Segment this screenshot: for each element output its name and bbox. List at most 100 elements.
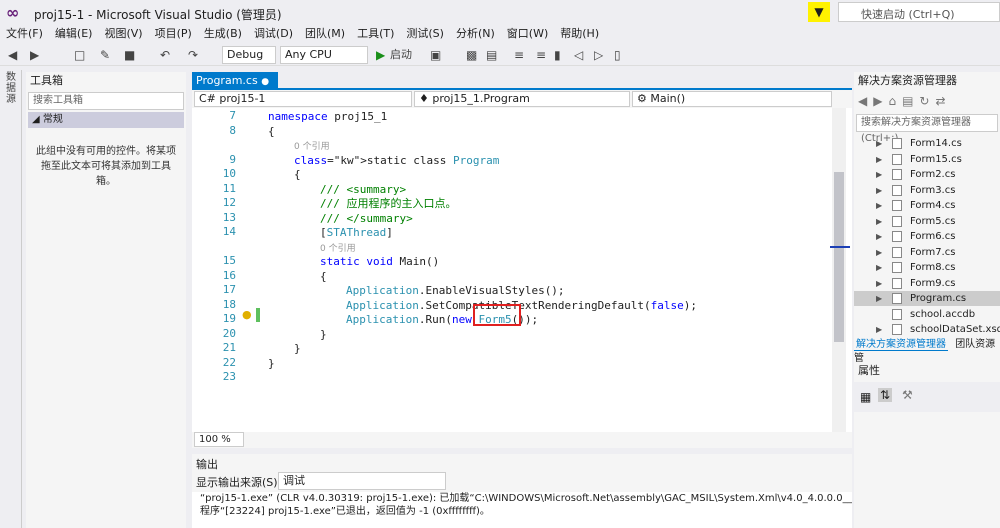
file-icon <box>892 169 902 180</box>
editor-vertical-scrollbar[interactable] <box>832 108 846 438</box>
start-button[interactable]: 启动 <box>390 47 412 63</box>
code-line[interactable]: } <box>268 356 275 371</box>
menu-item[interactable]: 测试(S) <box>400 26 450 44</box>
member-dropdown[interactable]: ⚙ Main() <box>632 91 832 107</box>
data-sources-tab[interactable]: 数据源 <box>6 72 18 105</box>
code-line[interactable]: static void Main() <box>320 254 439 269</box>
code-line[interactable]: 0 个引用 <box>294 138 330 153</box>
scrollbar-thumb[interactable] <box>834 172 844 342</box>
solution-item[interactable]: ▶ schoolDataSet.xsd <box>854 322 1000 337</box>
menu-item[interactable]: 分析(N) <box>450 26 501 44</box>
code-line[interactable]: } <box>294 341 301 356</box>
code-line[interactable]: Application.EnableVisualStyles(); <box>346 283 565 298</box>
tab-program-cs[interactable]: Program.cs ● × <box>192 72 278 106</box>
code-line[interactable]: Application.SetCompatibleTextRenderingDe… <box>346 298 697 313</box>
menu-item[interactable]: 生成(B) <box>198 26 248 44</box>
code-line[interactable]: /// </summary> <box>320 211 413 226</box>
save-icon[interactable]: ■ <box>124 47 135 63</box>
output-source-select[interactable]: 调试 <box>278 472 446 490</box>
forward-icon[interactable]: ▶ <box>30 47 39 63</box>
next-bookmark-icon[interactable]: ▷ <box>594 47 603 63</box>
expand-arrow-icon[interactable]: ▶ <box>876 214 882 229</box>
open-file-icon[interactable]: ✎ <box>100 47 110 63</box>
platform-select[interactable]: Any CPU <box>280 46 368 64</box>
code-line[interactable]: 0 个引用 <box>320 240 356 255</box>
solution-item[interactable]: ▶ Form5.cs <box>854 214 1000 229</box>
code-line[interactable]: { <box>294 167 301 182</box>
code-line[interactable]: /// 应用程序的主入口点。 <box>320 196 457 211</box>
new-project-icon[interactable]: □ <box>74 47 85 63</box>
menu-item[interactable]: 项目(P) <box>149 26 198 44</box>
zoom-select[interactable]: 100 % <box>194 432 244 447</box>
notification-filter-icon[interactable]: ▼ <box>808 2 830 22</box>
wrench-icon[interactable]: ⚒ <box>902 388 913 402</box>
code-line[interactable]: /// <summary> <box>320 182 406 197</box>
start-icon[interactable]: ▶ <box>376 47 385 63</box>
solution-item[interactable]: ▶ Form14.cs <box>854 136 1000 151</box>
solution-item[interactable]: ▶ Form6.cs <box>854 229 1000 244</box>
code-text[interactable]: namespace proj15_1{0 个引用 class="kw">stati… <box>268 108 828 438</box>
project-dropdown[interactable]: C# proj15-1 <box>194 91 412 107</box>
clear-bookmarks-icon[interactable]: ▯ <box>614 47 621 63</box>
align-icon[interactable]: ▤ <box>486 47 497 63</box>
menu-item[interactable]: 视图(V) <box>98 26 148 44</box>
prev-bookmark-icon[interactable]: ◁ <box>574 47 583 63</box>
file-icon <box>892 231 902 242</box>
solution-item[interactable]: ▶ Form2.cs <box>854 167 1000 182</box>
step-icon[interactable]: ▩ <box>466 47 477 63</box>
expand-arrow-icon[interactable]: ▶ <box>876 260 882 275</box>
class-dropdown[interactable]: ♦ proj15_1.Program <box>414 91 630 107</box>
redo-icon[interactable]: ↷ <box>188 47 198 63</box>
solution-item[interactable]: ▶ Form3.cs <box>854 183 1000 198</box>
menu-item[interactable]: 文件(F) <box>0 26 49 44</box>
solution-search-input[interactable]: 搜索解决方案资源管理器(Ctrl+;) <box>856 114 998 144</box>
solution-item[interactable]: ▶ Form7.cs <box>854 245 1000 260</box>
expand-arrow-icon[interactable]: ▶ <box>876 276 882 291</box>
solution-item[interactable]: ▶ Program.cs <box>854 291 1000 306</box>
tab-solution-explorer[interactable]: 解决方案资源管理器 <box>854 339 948 351</box>
solution-item[interactable]: ▶ Form8.cs <box>854 260 1000 275</box>
solution-item[interactable]: ▶ Form9.cs <box>854 276 1000 291</box>
comment-icon[interactable]: ≡ <box>514 47 524 63</box>
expand-arrow-icon[interactable]: ▶ <box>876 229 882 244</box>
toolbox-section-general[interactable]: ◢ 常规 <box>28 112 184 128</box>
quick-launch-input[interactable]: 快速启动 (Ctrl+Q) <box>838 2 1000 22</box>
menu-item[interactable]: 工具(T) <box>351 26 400 44</box>
menu-item[interactable]: 团队(M) <box>299 26 351 44</box>
solution-item-label: Form14.cs <box>910 138 962 149</box>
bookmark-icon[interactable]: ▮ <box>554 47 561 63</box>
code-line[interactable]: namespace proj15_1 <box>268 109 387 124</box>
expand-arrow-icon[interactable]: ▶ <box>876 152 882 167</box>
solution-toolbar-icons[interactable]: ◀▶⌂▤↻⇄ <box>858 94 952 108</box>
menu-item[interactable]: 编辑(E) <box>49 26 99 44</box>
solution-item[interactable]: school.accdb <box>854 307 1000 322</box>
code-line[interactable]: { <box>268 124 275 139</box>
lightbulb-icon[interactable]: ● <box>242 308 252 321</box>
undo-icon[interactable]: ↶ <box>160 47 170 63</box>
toolbox-search-input[interactable]: 搜索工具箱 <box>28 92 184 110</box>
file-icon <box>892 184 902 196</box>
code-line[interactable]: [STAThread] <box>320 225 393 240</box>
alphabetical-icon[interactable]: ⇅ <box>878 388 893 402</box>
expand-arrow-icon[interactable]: ▶ <box>876 322 882 337</box>
code-line[interactable]: { <box>320 269 327 284</box>
menu-item[interactable]: 调试(D) <box>248 26 299 44</box>
expand-arrow-icon[interactable]: ▶ <box>876 183 882 198</box>
categorized-icon[interactable]: ▦ <box>860 390 871 404</box>
solution-tabs: 解决方案资源管理器 团队资源管 <box>854 338 1000 364</box>
back-icon[interactable]: ◀ <box>8 47 17 63</box>
expand-arrow-icon[interactable]: ▶ <box>876 167 882 182</box>
menu-item[interactable]: 帮助(H) <box>554 26 605 44</box>
code-line[interactable]: } <box>320 327 327 342</box>
solution-item[interactable]: ▶ Form15.cs <box>854 152 1000 167</box>
menu-item[interactable]: 窗口(W) <box>501 26 554 44</box>
browser-link-icon[interactable]: ▣ <box>430 47 441 63</box>
code-line[interactable]: class="kw">static class Program <box>294 153 499 168</box>
solution-item[interactable]: ▶ Form4.cs <box>854 198 1000 213</box>
configuration-select[interactable]: Debug <box>222 46 276 64</box>
expand-arrow-icon[interactable]: ▶ <box>876 136 882 151</box>
expand-arrow-icon[interactable]: ▶ <box>876 198 882 213</box>
expand-arrow-icon[interactable]: ▶ <box>876 245 882 260</box>
uncomment-icon[interactable]: ≡ <box>536 47 546 63</box>
expand-arrow-icon[interactable]: ▶ <box>876 291 882 306</box>
